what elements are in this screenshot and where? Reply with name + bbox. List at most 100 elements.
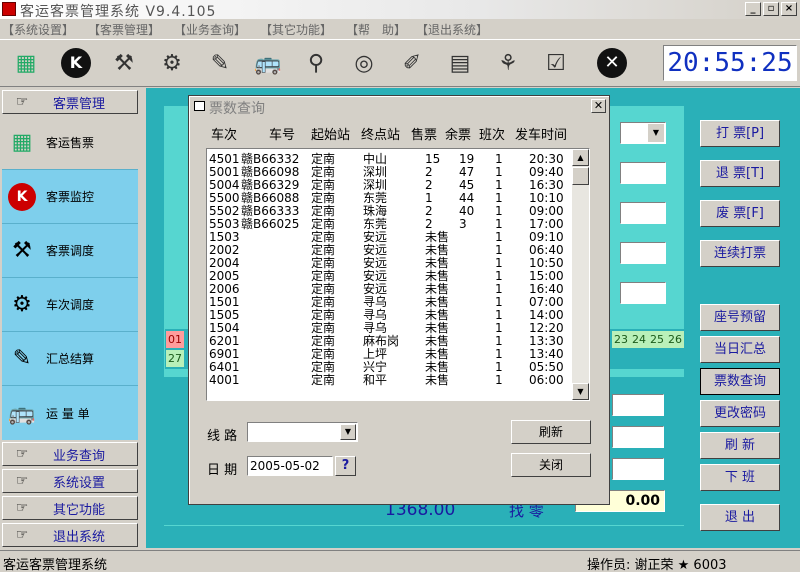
ticket-dispatch-icon[interactable]: ⚒ xyxy=(106,45,142,81)
table-row[interactable]: 6201 定南 麻布岗 未售 1 13:30 xyxy=(207,335,573,348)
column-header: 车次 xyxy=(211,128,238,143)
menu-help[interactable]: 【帮 助】 xyxy=(346,21,406,38)
scroll-up-icon[interactable]: ▲ xyxy=(572,149,589,166)
passenger-field-3[interactable] xyxy=(612,458,664,480)
seat[interactable]: 26 xyxy=(666,331,684,348)
column-header: 余票 xyxy=(445,128,472,143)
dialog-close-button[interactable]: 关闭 xyxy=(511,453,591,477)
dialog-close-icon[interactable]: ✕ xyxy=(591,99,606,113)
form-field-2[interactable] xyxy=(620,202,666,224)
route-select[interactable]: ▼ xyxy=(247,422,358,442)
void-ticket-button[interactable]: 废 票[F] xyxy=(700,200,780,227)
checklist-icon[interactable]: ☑ xyxy=(538,45,574,81)
nav-header-exit-system[interactable]: ☞ 退出系统 xyxy=(2,523,138,547)
form-combo[interactable]: ▼ xyxy=(620,122,666,144)
daily-summary-button[interactable]: 当日汇总 xyxy=(700,336,780,363)
binoculars-icon[interactable]: ◎ xyxy=(346,45,382,81)
scroll-down-icon[interactable]: ▼ xyxy=(572,383,589,400)
table-row[interactable]: 6401 定南 兴宁 未售 1 05:50 xyxy=(207,361,573,374)
refund-ticket-button[interactable]: 退 票[T] xyxy=(700,160,780,187)
table-row[interactable]: 6901 定南 上坪 未售 1 13:40 xyxy=(207,348,573,361)
change-password-button[interactable]: 更改密码 xyxy=(700,400,780,427)
print-ticket-button[interactable]: 打 票[P] xyxy=(700,120,780,147)
date-label: 日 期 xyxy=(207,463,238,478)
dialog-title-bar: 票数查询 ✕ xyxy=(191,98,607,117)
nav-header-other-functions[interactable]: ☞ 其它功能 xyxy=(2,496,138,520)
seat[interactable]: 25 xyxy=(648,331,666,348)
seat[interactable]: 24 xyxy=(630,331,648,348)
menu-business-query[interactable]: 【业务查询】 xyxy=(174,21,246,38)
ticket-monitor-icon[interactable]: K xyxy=(58,45,94,81)
table-row[interactable]: 1501 定南 寻乌 未售 1 07:00 xyxy=(207,296,573,309)
table-row[interactable]: 2005 定南 安远 未售 1 15:00 xyxy=(207,270,573,283)
passenger-field-1[interactable] xyxy=(612,394,664,416)
status-operator: 操作员: 谢正荣 ★ 6003 xyxy=(587,558,727,572)
pen-icon[interactable]: ✐ xyxy=(394,45,430,81)
seat[interactable]: 27 xyxy=(166,350,184,367)
bus-icon[interactable]: 🚌 xyxy=(250,45,286,81)
dialog-refresh-button[interactable]: 刷新 xyxy=(511,420,591,444)
table-cell: 未售 xyxy=(425,373,450,387)
status-app-name: 客运客票管理系统 xyxy=(3,558,108,572)
menu-ticket-management[interactable]: 【客票管理】 xyxy=(88,21,160,38)
exit-icon[interactable]: ✕ xyxy=(594,45,630,81)
seat[interactable]: 23 xyxy=(612,331,630,348)
table-row[interactable]: 2002 定南 安远 未售 1 06:40 xyxy=(207,244,573,257)
close-button[interactable]: × xyxy=(781,2,797,16)
nav-tile-schedule-dispatch[interactable]: ⚙ 车次调度 xyxy=(2,278,138,332)
exit-button[interactable]: 退 出 xyxy=(700,504,780,531)
ticket-list[interactable]: 4501 赣B66332 定南 中山 15 19 1 20:30 5001 赣B66098 定南 深圳… xyxy=(206,148,590,401)
chevron-down-icon[interactable]: ▼ xyxy=(340,424,356,440)
nav-tile-ticket-monitor[interactable]: K 客票监控 xyxy=(2,170,138,224)
table-row[interactable]: 1503 定南 安远 未售 1 09:10 xyxy=(207,231,573,244)
chevron-down-icon[interactable]: ▼ xyxy=(648,124,664,142)
table-row[interactable]: 2006 定南 安远 未售 1 16:40 xyxy=(207,283,573,296)
date-picker-button[interactable]: ? xyxy=(335,456,356,476)
schedule-dispatch-icon[interactable]: ⚙ xyxy=(154,45,190,81)
nav-header-business-query[interactable]: ☞ 业务查询 xyxy=(2,442,138,466)
form-field-4[interactable] xyxy=(620,282,666,304)
date-input[interactable]: 2005-05-02 xyxy=(247,456,333,476)
summary-settlement-icon[interactable]: ✎ xyxy=(202,45,238,81)
nav-tile-summary-settlement[interactable]: ✎ 汇总结算 xyxy=(2,332,138,386)
nav-tile-ticket-dispatch[interactable]: ⚒ 客票调度 xyxy=(2,224,138,278)
bus-icon: 🚌 xyxy=(8,400,36,426)
nav-tile-traffic-report[interactable]: 🚌 运 量 单 xyxy=(2,386,138,440)
table-row[interactable]: 5503 赣B66025 定南 东莞 2 3 1 17:00 xyxy=(207,218,573,231)
search-icon[interactable]: ⚲ xyxy=(298,45,334,81)
continuous-print-button[interactable]: 连续打票 xyxy=(700,240,780,267)
nav-header-system-settings[interactable]: ☞ 系统设置 xyxy=(2,469,138,493)
passenger-field-2[interactable] xyxy=(612,426,664,448)
nav-header-ticket-management[interactable]: ☞ 客票管理 xyxy=(2,90,138,114)
menu-bar: 【系统设置】 【客票管理】 【业务查询】 【其它功能】 【帮 助】 【退出系统】 xyxy=(0,19,800,39)
nav-tile-ticket-sale[interactable]: ▦ 客运售票 xyxy=(2,116,138,170)
scroll-thumb[interactable] xyxy=(572,167,589,185)
pointing-hand-icon: ☞ xyxy=(15,446,29,462)
network-icon[interactable]: ⚘ xyxy=(490,45,526,81)
clock-display: 20:55:25 xyxy=(663,45,797,81)
ticket-dispatch-icon: ⚒ xyxy=(12,238,32,263)
maximize-button[interactable]: ▫ xyxy=(763,2,779,16)
seat-reserve-button[interactable]: 座号预留 xyxy=(700,304,780,331)
pointing-hand-icon: ☞ xyxy=(15,473,29,489)
seat[interactable]: 01 xyxy=(166,331,184,348)
menu-other-functions[interactable]: 【其它功能】 xyxy=(260,21,332,38)
ticket-count-query-button[interactable]: 票数查询 xyxy=(700,368,780,395)
form-field-1[interactable] xyxy=(620,162,666,184)
table-row[interactable]: 2004 定南 安远 未售 1 10:50 xyxy=(207,257,573,270)
vertical-scrollbar[interactable]: ▲ ▼ xyxy=(572,149,589,400)
menu-system-settings[interactable]: 【系统设置】 xyxy=(2,21,74,38)
minimize-button[interactable]: _ xyxy=(745,2,761,16)
table-row[interactable]: 4001 定南 和平 未售 1 06:00 xyxy=(207,374,573,387)
form-field-3[interactable] xyxy=(620,242,666,264)
refresh-button[interactable]: 刷 新 xyxy=(700,432,780,459)
pointing-hand-icon: ☞ xyxy=(15,94,29,110)
menu-exit-system[interactable]: 【退出系统】 xyxy=(416,21,488,38)
table-row[interactable]: 1505 定南 寻乌 未售 1 14:00 xyxy=(207,309,573,322)
route-label: 线 路 xyxy=(207,429,238,444)
stack-icon[interactable]: ▤ xyxy=(442,45,478,81)
column-header: 班次 xyxy=(479,128,506,143)
ticket-sale-icon[interactable]: ▦ xyxy=(8,45,44,81)
off-duty-button[interactable]: 下 班 xyxy=(700,464,780,491)
column-header: 起始站 xyxy=(311,128,351,143)
